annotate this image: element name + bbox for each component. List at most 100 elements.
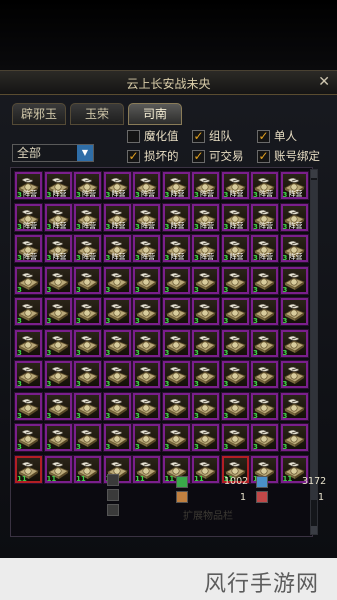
filter-kejiaoyi[interactable]: ✓ 可交易 [192,148,244,164]
inventory-slot[interactable]: 11 [191,454,220,484]
inventory-slot[interactable]: 3 阵营 [132,234,161,263]
inventory-slot[interactable]: 3 阵营 [220,234,250,263]
inventory-slot[interactable]: 3 阵营 [43,202,73,232]
inventory-slot[interactable]: 3 [279,391,309,421]
inventory-slot[interactable]: 3 [132,328,161,358]
inventory-slot[interactable]: 3 阵营 [43,171,73,200]
inventory-slot[interactable]: 3 阵营 [250,171,279,200]
inventory-slot[interactable]: 3 [250,391,279,421]
tab-sinan[interactable]: 司南 [128,103,182,125]
inventory-slot[interactable]: 3 阵营 [191,202,220,232]
inventory-slot[interactable]: 3 [102,391,132,421]
extend-bag-icon[interactable] [107,504,119,516]
inventory-slot[interactable]: 3 [102,297,132,326]
inventory-slot[interactable]: 11 [132,454,161,484]
inventory-slot[interactable]: 3 [43,265,73,295]
inventory-slot[interactable]: 3 [132,265,161,295]
filter-sunhuaide[interactable]: ✓ 损坏的 [127,148,179,164]
inventory-slot[interactable]: 3 阵营 [161,234,191,263]
inventory-slot[interactable]: 3 阵营 [191,171,220,200]
inventory-slot[interactable]: 3 [14,391,43,421]
inventory-slot[interactable]: 3 阵营 [161,202,191,232]
inventory-slot[interactable]: 3 [250,360,279,389]
inventory-slot[interactable]: 3 [14,328,43,358]
inventory-slot[interactable]: 3 [132,423,161,452]
inventory-slot[interactable]: 3 [43,423,73,452]
scroll-up-icon[interactable] [311,170,317,178]
inventory-slot[interactable]: 3 [102,423,132,452]
inventory-slot[interactable]: 3 [73,328,102,358]
inventory-slot[interactable]: 3 [132,391,161,421]
inventory-slot[interactable]: 3 阵营 [14,234,43,263]
inventory-slot[interactable]: 3 [43,391,73,421]
inventory-slot[interactable]: 3 阵营 [73,234,102,263]
inventory-slot[interactable]: 3 [250,265,279,295]
inventory-slot[interactable]: 3 阵营 [43,234,73,263]
inventory-slot[interactable]: 3 [220,297,250,326]
inventory-slot[interactable]: 3 [161,391,191,421]
inventory-slot[interactable]: 3 [161,265,191,295]
inventory-slot[interactable]: 3 [73,423,102,452]
inventory-slot[interactable]: 3 阵营 [73,171,102,200]
inventory-slot[interactable]: 3 阵营 [279,234,309,263]
category-select[interactable]: 全部 ▼ [12,144,94,162]
inventory-slot[interactable]: 3 [102,360,132,389]
inventory-slot[interactable]: 3 阵营 [220,202,250,232]
inventory-slot[interactable]: 3 [220,265,250,295]
inventory-slot[interactable]: 3 [250,423,279,452]
filter-zhanghaobangding[interactable]: ✓ 账号绑定 [257,148,320,164]
inventory-slot[interactable]: 3 [73,297,102,326]
inventory-slot[interactable]: 11 [73,454,102,484]
inventory-slot[interactable]: 3 [132,297,161,326]
inventory-slot[interactable]: 3 [250,297,279,326]
inventory-slot[interactable]: 3 [191,328,220,358]
inventory-slot[interactable]: 3 [102,328,132,358]
inventory-slot[interactable]: 3 [73,391,102,421]
inventory-slot[interactable]: 3 [191,360,220,389]
filter-mohuazhi[interactable]: 魔化值 [127,128,179,144]
inventory-slot[interactable]: 3 [220,328,250,358]
inventory-slot[interactable]: 3 阵营 [73,202,102,232]
inventory-slot[interactable]: 3 [161,328,191,358]
inventory-slot[interactable]: 3 阵营 [191,234,220,263]
inventory-slot[interactable]: 3 阵营 [14,171,43,200]
inventory-slot[interactable]: 3 [132,360,161,389]
inventory-slot[interactable]: 11 [43,454,73,484]
inventory-slot[interactable]: 3 阵营 [132,202,161,232]
extend-bag-icon[interactable] [107,474,119,486]
inventory-slot[interactable]: 3 [191,391,220,421]
inventory-slot[interactable]: 3 阵营 [14,202,43,232]
inventory-slot[interactable]: 3 [43,328,73,358]
inventory-slot[interactable]: 3 阵营 [250,202,279,232]
dropdown-arrow-icon[interactable]: ▼ [77,145,93,161]
inventory-slot[interactable]: 3 [279,297,309,326]
inventory-slot[interactable]: 3 [161,423,191,452]
inventory-slot[interactable]: 3 [14,265,43,295]
inventory-slot[interactable]: 3 [43,297,73,326]
inventory-slot[interactable]: 3 阵营 [279,171,309,200]
inventory-slot[interactable]: 3 阵营 [102,171,132,200]
inventory-slot[interactable]: 3 [220,360,250,389]
inventory-slot[interactable]: 3 [279,265,309,295]
inventory-slot[interactable]: 3 [73,360,102,389]
filter-danren[interactable]: ✓ 单人 [257,128,297,144]
inventory-slot[interactable]: 3 [43,360,73,389]
inventory-slot[interactable]: 11 [14,454,43,484]
filter-zudui[interactable]: ✓ 组队 [192,128,232,144]
tab-bixieyu[interactable]: 辟邪玉 [12,103,66,125]
inventory-slot[interactable]: 3 阵营 [220,171,250,200]
extend-bag-icon[interactable] [107,489,119,501]
inventory-slot[interactable]: 3 阵营 [132,171,161,200]
scroll-thumb[interactable] [311,180,317,500]
tab-yurong[interactable]: 玉荣 [70,103,124,125]
inventory-slot[interactable]: 3 [14,360,43,389]
inventory-slot[interactable]: 3 阵营 [102,202,132,232]
inventory-slot[interactable]: 3 [279,328,309,358]
inventory-slot[interactable]: 3 [279,360,309,389]
inventory-slot[interactable]: 3 [161,297,191,326]
inventory-slot[interactable]: 3 [279,423,309,452]
inventory-slot[interactable]: 3 阵营 [250,234,279,263]
inventory-slot[interactable]: 3 [102,265,132,295]
inventory-slot[interactable]: 3 [14,297,43,326]
scroll-down-icon[interactable] [311,526,317,534]
